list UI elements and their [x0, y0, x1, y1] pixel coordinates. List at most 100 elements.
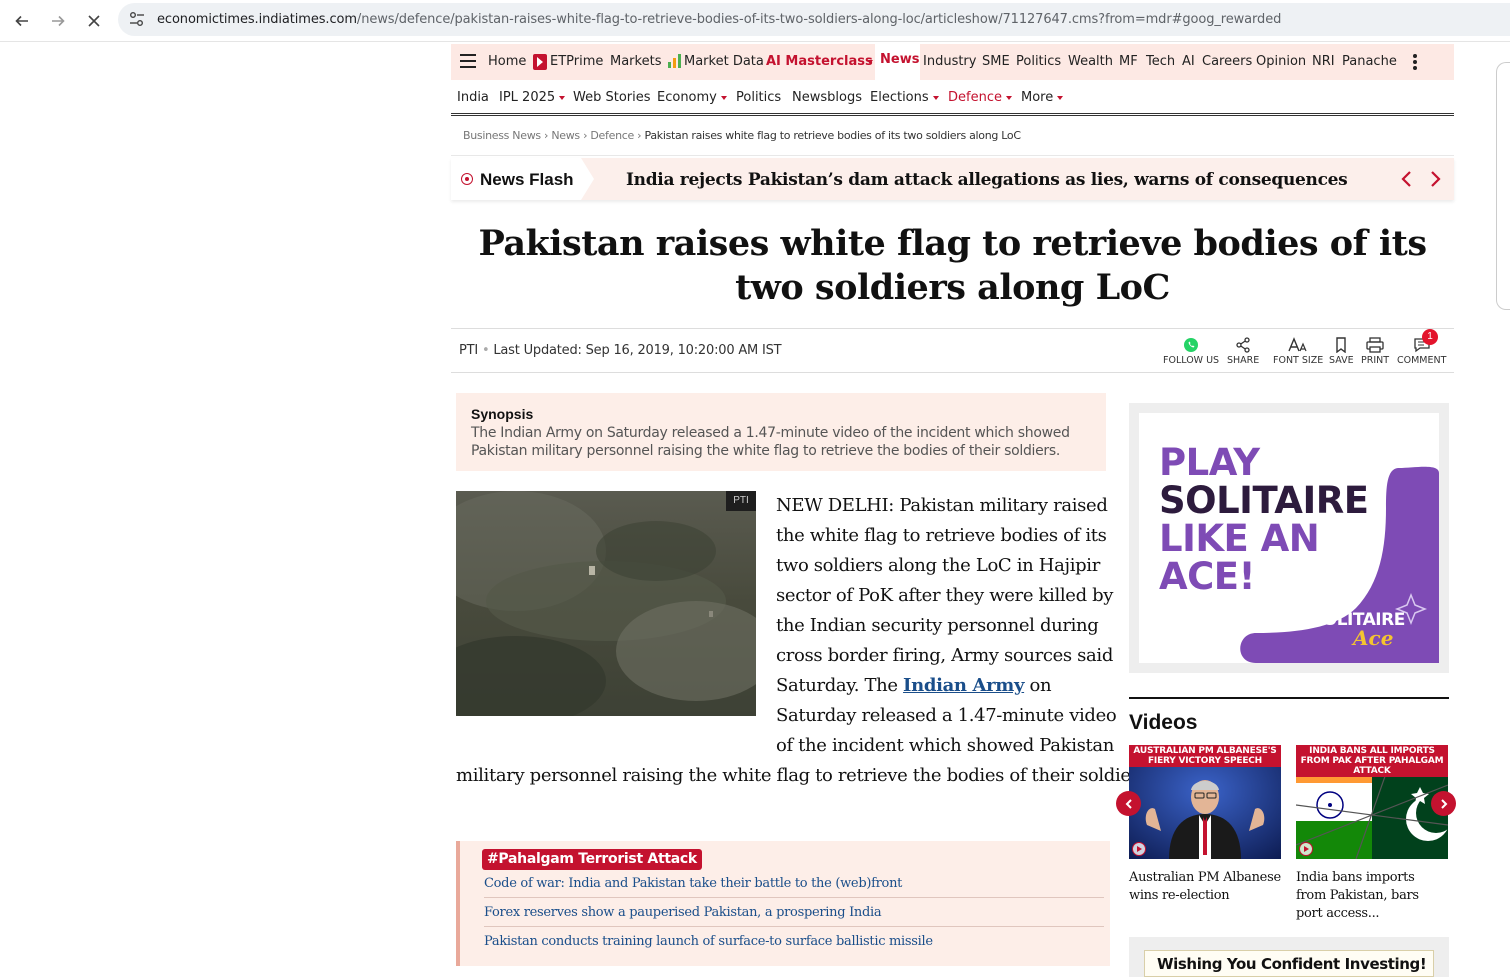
article-body-line: Saturday released a 1.47-minute video: [776, 705, 1117, 726]
forward-button[interactable]: [44, 7, 72, 35]
carousel-prev-button[interactable]: [1116, 791, 1141, 816]
ad-headline-line: LIKE AN: [1159, 517, 1320, 560]
breadcrumb-item[interactable]: Business News: [463, 129, 541, 142]
breadcrumb-item[interactable]: News: [551, 129, 580, 142]
nav-tech[interactable]: Tech: [1146, 54, 1175, 69]
breadcrumb: Business News › News › Defence › Pakista…: [463, 129, 1021, 142]
stop-loading-button[interactable]: [80, 7, 108, 35]
address-bar[interactable]: economictimes.indiatimes.com/news/defenc…: [118, 3, 1510, 36]
advertisement[interactable]: PLAY SOLITAIRE LIKE AN ACE! SOLITAIRE Ac…: [1129, 403, 1449, 673]
ad-headline-line: ACE!: [1159, 555, 1255, 598]
news-flash-label-box: News Flash: [451, 158, 594, 200]
nav-industry[interactable]: Industry: [923, 54, 976, 69]
article-body-line: cross border firing, Army sources said: [776, 645, 1113, 666]
nav-news[interactable]: News: [880, 52, 919, 67]
nav-sme[interactable]: SME: [982, 54, 1010, 69]
breadcrumb-separator: ›: [583, 129, 588, 142]
related-story-link[interactable]: Pakistan conducts training launch of sur…: [484, 934, 1104, 955]
nav-etprime[interactable]: ETPrime: [550, 54, 603, 69]
related-story-link[interactable]: Code of war: India and Pakistan take the…: [484, 876, 1104, 898]
article-image[interactable]: PTI: [456, 491, 756, 716]
breadcrumb-current: Pakistan raises white flag to retrieve b…: [644, 129, 1021, 142]
ad-headline-line: SOLITAIRE: [1159, 479, 1369, 522]
dropdown-caret-icon: [867, 60, 873, 64]
play-icon: [1299, 842, 1313, 856]
market-data-icon: [668, 54, 681, 68]
article-body-line: NEW DELHI: Pakistan military raised: [776, 495, 1108, 516]
indian-army-link[interactable]: Indian Army: [903, 675, 1024, 696]
nav-ai[interactable]: AI: [1182, 54, 1195, 69]
subnav-elections[interactable]: Elections: [870, 90, 939, 105]
nav-panache[interactable]: Panache: [1342, 54, 1397, 69]
video-card[interactable]: INDIA BANS ALL IMPORTS FROM PAK AFTER PA…: [1296, 745, 1448, 923]
subnav-india[interactable]: India: [457, 90, 489, 105]
nav-markets[interactable]: Markets: [610, 54, 661, 69]
nav-politics[interactable]: Politics: [1016, 54, 1061, 69]
hamburger-menu-icon[interactable]: [459, 53, 477, 69]
divider: [451, 372, 1454, 373]
article-body-line: sector of PoK after they were killed by: [776, 585, 1114, 606]
nav-home[interactable]: Home: [488, 54, 526, 69]
chevron-left-icon[interactable]: [1397, 169, 1417, 189]
live-dot-icon: [461, 173, 473, 185]
nav-market-data[interactable]: Market Data: [684, 54, 764, 69]
related-story-link[interactable]: Forex reserves show a pauperised Pakista…: [484, 905, 1104, 927]
follow-us-button[interactable]: FOLLOW US: [1163, 337, 1219, 366]
comment-count-badge: 1: [1422, 329, 1438, 345]
dropdown-caret-icon: [932, 95, 939, 100]
article-body-line: the white flag to retrieve bodies of its: [776, 525, 1107, 546]
site-info-icon[interactable]: [128, 11, 146, 27]
news-flash-label: News Flash: [480, 170, 574, 189]
video-caption: AUSTRALIAN PM ALBANESE'S FIERY VICTORY S…: [1129, 745, 1281, 767]
byline: PTI • Last Updated: Sep 16, 2019, 10:20:…: [459, 343, 782, 358]
divider: [1129, 697, 1449, 699]
subnav-web-stories[interactable]: Web Stories: [573, 90, 651, 105]
subnav-ipl[interactable]: IPL 2025: [499, 90, 566, 105]
news-flash-headline[interactable]: India rejects Pakistan’s dam attack alle…: [626, 170, 1348, 190]
more-vertical-icon[interactable]: [1412, 53, 1418, 71]
chevron-right-icon[interactable]: [1425, 169, 1445, 189]
nav-nri[interactable]: NRI: [1312, 54, 1335, 69]
chevron-left-icon: [1125, 798, 1132, 809]
video-card[interactable]: AUSTRALIAN PM ALBANESE'S FIERY VICTORY S…: [1129, 745, 1281, 905]
video-title[interactable]: India bans imports from Pakistan, bars p…: [1296, 869, 1448, 923]
article-photo: [456, 491, 756, 716]
topic-tag[interactable]: #Pahalgam Terrorist Attack: [482, 849, 702, 870]
bookmark-icon: [1336, 337, 1346, 353]
subnav-politics[interactable]: Politics: [736, 90, 781, 105]
advertisement[interactable]: Wishing You Confident Investing!: [1129, 937, 1449, 977]
nav-wealth[interactable]: Wealth: [1068, 54, 1113, 69]
font-size-button[interactable]: FONT SIZE: [1273, 337, 1323, 366]
dropdown-caret-icon: [1005, 95, 1012, 100]
subnav-economy[interactable]: Economy: [657, 90, 727, 105]
video-thumbnail[interactable]: AUSTRALIAN PM ALBANESE'S FIERY VICTORY S…: [1129, 745, 1281, 859]
subnav-newsblogs[interactable]: Newsblogs: [792, 90, 862, 105]
article-body-line: of the incident which showed Pakistan: [776, 735, 1114, 756]
ad-headline-line: PLAY: [1159, 441, 1260, 484]
share-button[interactable]: SHARE: [1227, 337, 1259, 366]
article-body-line: two soldiers along the LoC in Hajipir: [776, 555, 1100, 576]
nav-careers[interactable]: Careers: [1202, 54, 1252, 69]
subnav-defence[interactable]: Defence: [948, 90, 1012, 105]
video-thumbnail[interactable]: INDIA BANS ALL IMPORTS FROM PAK AFTER PA…: [1296, 745, 1448, 859]
save-button[interactable]: SAVE: [1329, 337, 1354, 366]
comment-button[interactable]: COMMENT: [1397, 337, 1446, 366]
image-credit: PTI: [726, 491, 756, 511]
nav-ai-masterclass[interactable]: AI Masterclass: [766, 54, 873, 69]
back-button[interactable]: [8, 7, 36, 35]
subnav-more[interactable]: More: [1021, 90, 1064, 105]
related-stories-box: #Pahalgam Terrorist Attack Code of war: …: [456, 841, 1110, 966]
close-icon: [88, 15, 100, 27]
article-body-line: the Indian security personnel during: [776, 615, 1099, 636]
ad-text: Wishing You Confident Investing!: [1157, 955, 1427, 973]
dropdown-caret-icon: [1057, 95, 1064, 100]
breadcrumb-item[interactable]: Defence: [590, 129, 634, 142]
nav-opinion[interactable]: Opinion: [1256, 54, 1306, 69]
carousel-next-button[interactable]: [1431, 791, 1456, 816]
arrow-right-icon: [52, 15, 65, 27]
print-button[interactable]: PRINT: [1361, 337, 1389, 366]
news-flash-ticker: News Flash India rejects Pakistan’s dam …: [451, 158, 1454, 200]
etprime-icon: [533, 54, 547, 70]
video-title[interactable]: Australian PM Albanese wins re-election: [1129, 869, 1281, 905]
nav-mf[interactable]: MF: [1119, 54, 1138, 69]
